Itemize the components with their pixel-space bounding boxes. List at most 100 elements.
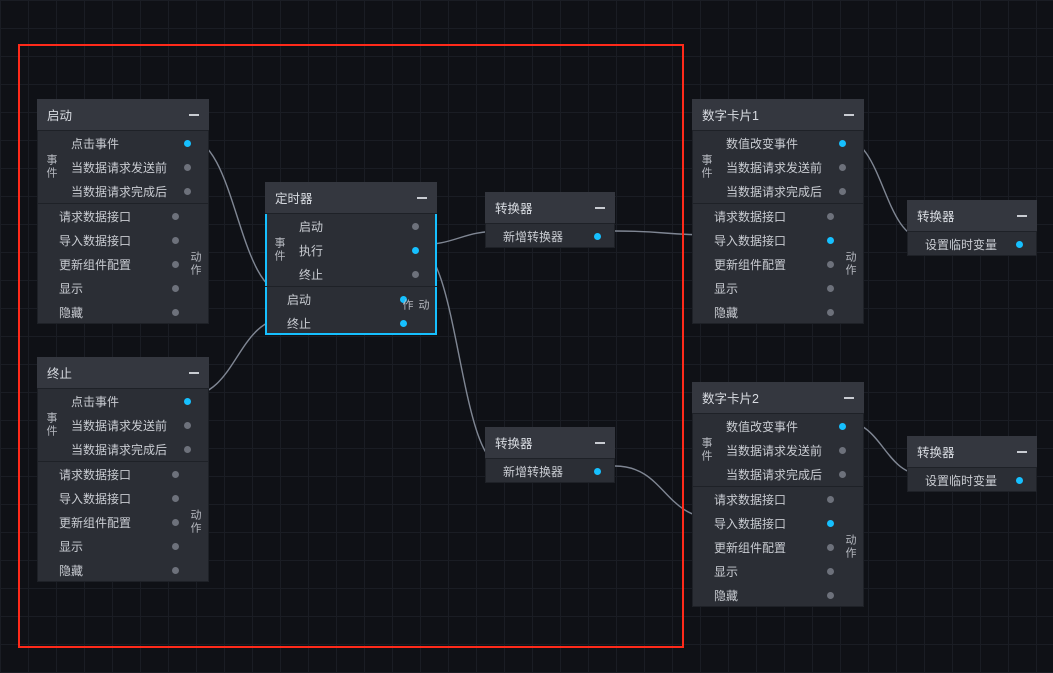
- node-conv3[interactable]: 转换器设置临时变量: [907, 200, 1037, 256]
- actions-row[interactable]: 更新组件配置: [37, 510, 209, 534]
- node-header[interactable]: 定时器: [265, 182, 437, 213]
- events-row[interactable]: 启动: [265, 214, 437, 238]
- port-dot[interactable]: [172, 471, 179, 478]
- port-dot[interactable]: [172, 237, 179, 244]
- events-row[interactable]: 当数据请求发送前: [37, 413, 209, 437]
- events-row[interactable]: 终止: [265, 262, 437, 286]
- port-dot[interactable]: [839, 447, 846, 454]
- actions-row[interactable]: 导入数据接口: [692, 511, 864, 535]
- actions-row[interactable]: 隐藏: [37, 300, 209, 324]
- port-dot[interactable]: [184, 446, 191, 453]
- events-row[interactable]: 当数据请求发送前: [692, 155, 864, 179]
- events-row[interactable]: 当数据请求发送前: [37, 155, 209, 179]
- events-row[interactable]: 当数据请求完成后: [692, 462, 864, 486]
- port-dot[interactable]: [184, 422, 191, 429]
- port-dot[interactable]: [827, 568, 834, 575]
- port-dot[interactable]: [172, 285, 179, 292]
- port-dot[interactable]: [594, 233, 601, 240]
- actions-row[interactable]: 导入数据接口: [37, 228, 209, 252]
- actions-row[interactable]: 隐藏: [692, 300, 864, 324]
- node-conv1[interactable]: 转换器新增转换器: [485, 192, 615, 248]
- events-row[interactable]: 当数据请求完成后: [692, 179, 864, 203]
- port-dot[interactable]: [827, 544, 834, 551]
- actions-row[interactable]: 显示: [37, 276, 209, 300]
- port-dot[interactable]: [184, 164, 191, 171]
- node-card1[interactable]: 数字卡片1数值改变事件当数据请求发送前当数据请求完成后事件请求数据接口导入数据接…: [692, 99, 864, 324]
- converter-row[interactable]: 设置临时变量: [907, 232, 1037, 256]
- port-dot[interactable]: [827, 496, 834, 503]
- events-row[interactable]: 当数据请求完成后: [37, 437, 209, 461]
- events-row[interactable]: 当数据请求完成后: [37, 179, 209, 203]
- actions-row[interactable]: 隐藏: [37, 558, 209, 582]
- node-header[interactable]: 转换器: [907, 200, 1037, 231]
- port-dot[interactable]: [827, 237, 834, 244]
- node-header[interactable]: 转换器: [485, 427, 615, 458]
- node-header[interactable]: 转换器: [485, 192, 615, 223]
- port-dot[interactable]: [172, 519, 179, 526]
- collapse-icon[interactable]: [844, 397, 854, 399]
- actions-row[interactable]: 导入数据接口: [37, 486, 209, 510]
- collapse-icon[interactable]: [189, 372, 199, 374]
- events-row[interactable]: 数值改变事件: [692, 131, 864, 155]
- actions-row[interactable]: 显示: [37, 534, 209, 558]
- converter-row[interactable]: 新增转换器: [485, 224, 615, 248]
- events-row[interactable]: 数值改变事件: [692, 414, 864, 438]
- events-row[interactable]: 点击事件: [37, 131, 209, 155]
- node-header[interactable]: 数字卡片2: [692, 382, 864, 413]
- collapse-icon[interactable]: [417, 197, 427, 199]
- port-dot[interactable]: [827, 520, 834, 527]
- events-row[interactable]: 执行: [265, 238, 437, 262]
- actions-row[interactable]: 请求数据接口: [37, 462, 209, 486]
- port-dot[interactable]: [412, 247, 419, 254]
- port-dot[interactable]: [412, 271, 419, 278]
- events-row[interactable]: 当数据请求发送前: [692, 438, 864, 462]
- node-conv2[interactable]: 转换器新增转换器: [485, 427, 615, 483]
- port-dot[interactable]: [827, 592, 834, 599]
- port-dot[interactable]: [827, 285, 834, 292]
- converter-row[interactable]: 设置临时变量: [907, 468, 1037, 492]
- actions-row[interactable]: 更新组件配置: [692, 535, 864, 559]
- port-dot[interactable]: [172, 261, 179, 268]
- node-header[interactable]: 启动: [37, 99, 209, 130]
- events-row[interactable]: 点击事件: [37, 389, 209, 413]
- node-header[interactable]: 转换器: [907, 436, 1037, 467]
- converter-row[interactable]: 新增转换器: [485, 459, 615, 483]
- collapse-icon[interactable]: [189, 114, 199, 116]
- actions-row[interactable]: 更新组件配置: [37, 252, 209, 276]
- node-header[interactable]: 数字卡片1: [692, 99, 864, 130]
- actions-row[interactable]: 导入数据接口: [692, 228, 864, 252]
- actions-row[interactable]: 请求数据接口: [692, 487, 864, 511]
- actions-row[interactable]: 显示: [692, 276, 864, 300]
- actions-row[interactable]: 请求数据接口: [37, 204, 209, 228]
- port-dot[interactable]: [184, 398, 191, 405]
- port-dot[interactable]: [412, 223, 419, 230]
- port-dot[interactable]: [839, 423, 846, 430]
- node-start[interactable]: 启动点击事件当数据请求发送前当数据请求完成后事件请求数据接口导入数据接口更新组件…: [37, 99, 209, 324]
- collapse-icon[interactable]: [595, 442, 605, 444]
- port-dot[interactable]: [184, 188, 191, 195]
- node-conv4[interactable]: 转换器设置临时变量: [907, 436, 1037, 492]
- collapse-icon[interactable]: [844, 114, 854, 116]
- port-dot[interactable]: [839, 471, 846, 478]
- port-dot[interactable]: [827, 309, 834, 316]
- port-dot[interactable]: [172, 567, 179, 574]
- node-card2[interactable]: 数字卡片2数值改变事件当数据请求发送前当数据请求完成后事件请求数据接口导入数据接…: [692, 382, 864, 607]
- port-dot[interactable]: [827, 213, 834, 220]
- port-dot[interactable]: [184, 140, 191, 147]
- actions-row[interactable]: 显示: [692, 559, 864, 583]
- collapse-icon[interactable]: [595, 207, 605, 209]
- port-dot[interactable]: [1016, 241, 1023, 248]
- port-dot[interactable]: [172, 543, 179, 550]
- port-dot[interactable]: [839, 164, 846, 171]
- collapse-icon[interactable]: [1017, 451, 1027, 453]
- port-dot[interactable]: [172, 495, 179, 502]
- port-dot[interactable]: [594, 468, 601, 475]
- port-dot[interactable]: [827, 261, 834, 268]
- port-dot[interactable]: [172, 309, 179, 316]
- actions-row[interactable]: 更新组件配置: [692, 252, 864, 276]
- node-header[interactable]: 终止: [37, 357, 209, 388]
- port-dot[interactable]: [839, 188, 846, 195]
- port-dot[interactable]: [172, 213, 179, 220]
- actions-row[interactable]: 隐藏: [692, 583, 864, 607]
- actions-row[interactable]: 请求数据接口: [692, 204, 864, 228]
